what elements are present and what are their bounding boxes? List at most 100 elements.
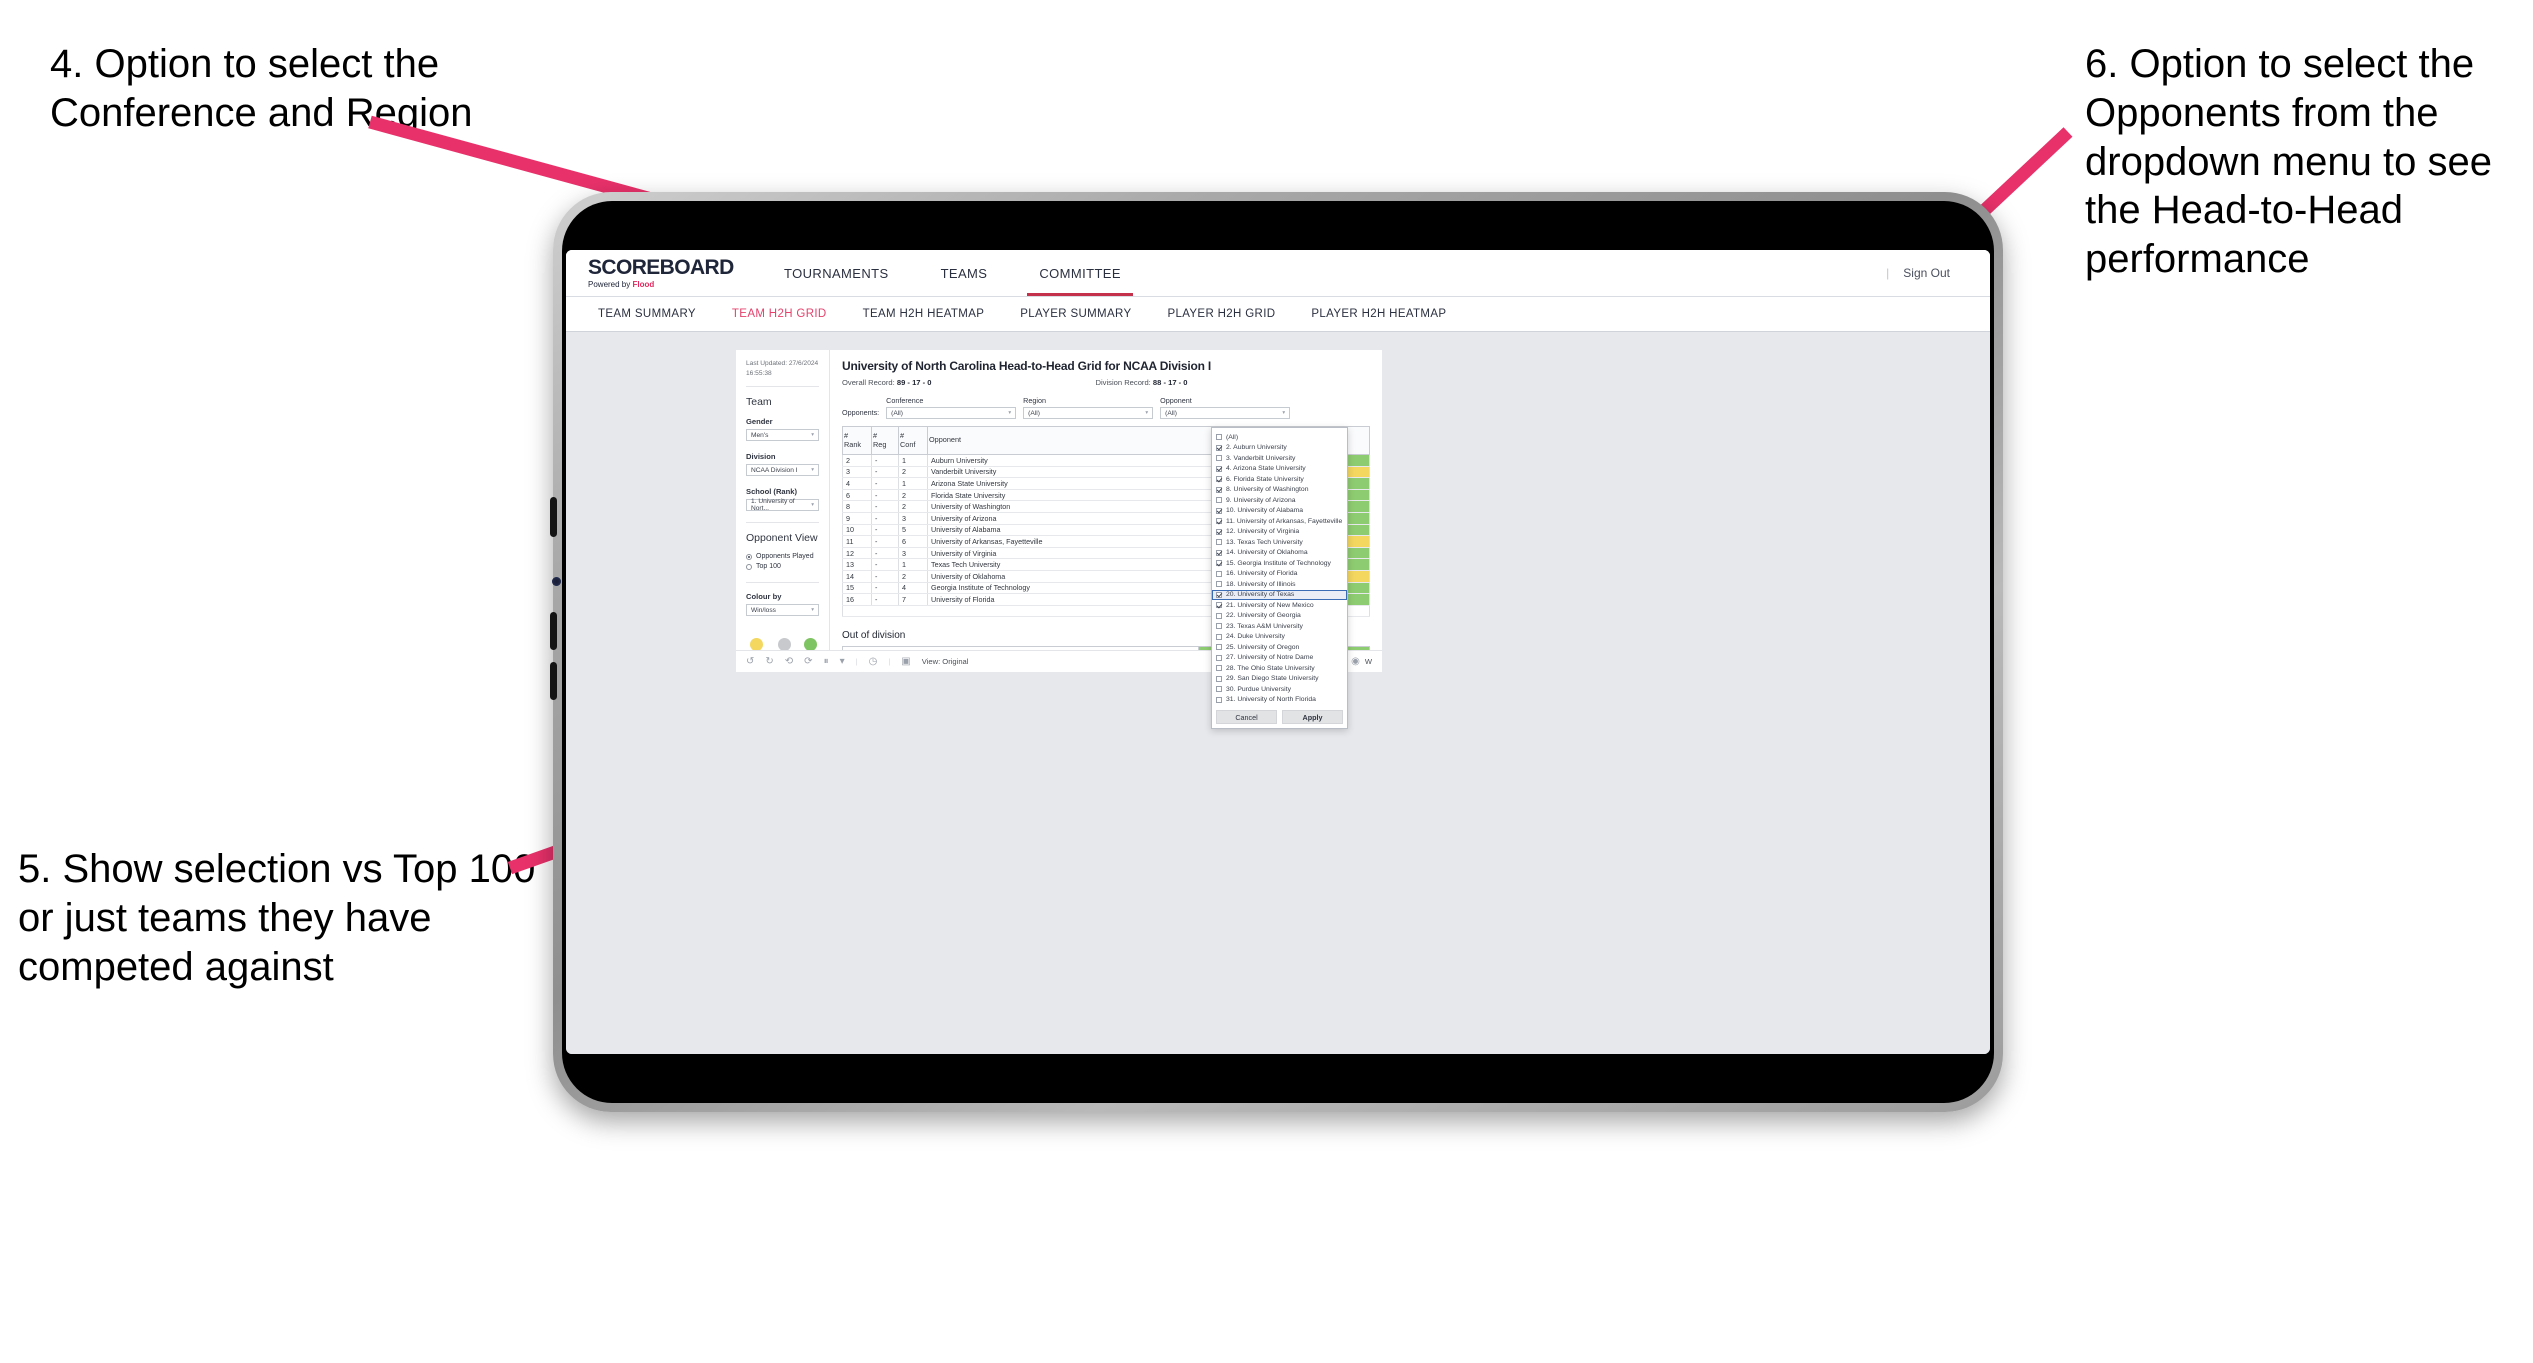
nav-teams[interactable]: TEAMS [915,250,1014,296]
cell-reg: - [871,593,899,606]
checkbox-icon[interactable] [1216,686,1222,693]
gender-field: Gender Men's ▾ [746,417,819,442]
checkbox-icon[interactable] [1216,623,1222,630]
opponent-dropdown-item[interactable]: 12. University of Virginia [1212,527,1347,538]
overall-record-value: 89 - 17 - 0 [896,378,932,387]
opponent-dropdown-item[interactable]: 13. Texas Tech University [1212,537,1347,548]
record-row: Overall Record: 89 - 17 - 0 Division Rec… [842,378,1370,387]
checkbox-icon[interactable] [1216,675,1222,682]
opponent-dropdown-item[interactable]: 25. University of Oregon [1212,642,1347,653]
tab-team-h2h-grid[interactable]: TEAM H2H GRID [714,308,845,320]
opponent-dropdown-item[interactable]: 11. University of Arkansas, Fayetteville [1212,516,1347,527]
opponent-dropdown-item-label: 12. University of Virginia [1226,528,1300,536]
tab-player-h2h-heatmap[interactable]: PLAYER H2H HEATMAP [1293,308,1464,320]
gender-select[interactable]: Men's ▾ [746,429,819,442]
opponent-select[interactable]: (All) ▾ [1160,407,1291,419]
opponent-dropdown-item[interactable]: 20. University of Texas [1212,589,1347,600]
tab-player-h2h-grid[interactable]: PLAYER H2H GRID [1149,308,1293,320]
checkbox-icon[interactable] [1216,591,1222,598]
opponent-dropdown-item[interactable]: 24. Duke University [1212,632,1347,643]
checkbox-icon[interactable] [1216,486,1222,493]
checkbox-icon[interactable] [1216,581,1222,588]
region-select[interactable]: (All) ▾ [1023,407,1154,419]
opponent-dropdown-item[interactable]: 2. Auburn University [1212,443,1347,454]
nav-committee[interactable]: COMMITTEE [1013,250,1147,296]
division-select[interactable]: NCAA Division I ▾ [746,464,819,477]
chevron-down-icon[interactable]: ▾ [840,656,845,667]
history-icon[interactable]: ◷ [869,656,878,667]
checkbox-icon[interactable] [1216,570,1222,577]
opponent-dropdown-item[interactable]: 3. Vanderbilt University [1212,453,1347,464]
opponent-dropdown-item[interactable]: 31. University of North Florida [1212,695,1347,706]
app-logo[interactable]: SCOREBOARD Powered by Flood [588,257,734,289]
logo-tagline: Powered by Flood [588,280,655,289]
cell-reg: - [871,454,899,467]
checkbox-icon[interactable] [1216,528,1222,535]
opponent-dropdown-list: (All) 2. Auburn University 3. Vanderbilt U… [1212,428,1347,707]
checkbox-icon[interactable] [1216,434,1222,441]
tab-team-h2h-heatmap[interactable]: TEAM H2H HEATMAP [845,308,1003,320]
checkbox-icon[interactable] [1216,612,1222,619]
checkbox-icon[interactable] [1216,465,1222,472]
opponent-dropdown-item[interactable]: 8. University of Washington [1212,485,1347,496]
checkbox-icon[interactable] [1216,497,1222,504]
chevron-down-icon: ▾ [1282,410,1286,416]
opponent-dropdown-item[interactable]: 30. Purdue University [1212,684,1347,695]
checkbox-icon[interactable] [1216,644,1222,651]
checkbox-icon[interactable] [1216,549,1222,556]
checkbox-icon[interactable] [1216,476,1222,483]
checkbox-icon[interactable] [1216,560,1222,567]
nav-tournaments[interactable]: TOURNAMENTS [758,250,915,296]
checkbox-icon[interactable] [1216,665,1222,672]
refresh-icon[interactable]: ⟳ [804,656,812,667]
view-label[interactable]: View: Original [922,657,969,666]
opponent-dropdown-item[interactable]: (All) [1212,432,1347,443]
redo-icon[interactable]: ↻ [765,656,773,667]
opponent-dropdown-item[interactable]: 16. University of Florida [1212,569,1347,580]
pause-icon[interactable]: ⏸ [824,656,829,667]
opponent-dropdown-item[interactable]: 22. University of Georgia [1212,611,1347,622]
checkbox-icon[interactable] [1216,518,1222,525]
opponent-dropdown-item[interactable]: 18. University of Illinois [1212,579,1347,590]
opponent-dropdown-item[interactable]: 15. Georgia Institute of Technology [1212,558,1347,569]
view-icon[interactable]: ▣ [901,656,910,667]
checkbox-icon[interactable] [1216,539,1222,546]
annotation-5: 5. Show selection vs Top 100 or just tea… [18,847,536,989]
checkbox-icon[interactable] [1216,455,1222,462]
toolbar-separator: | [888,657,891,666]
conference-select[interactable]: (All) ▾ [886,407,1017,419]
tab-team-summary[interactable]: TEAM SUMMARY [580,308,714,320]
checkbox-icon[interactable] [1216,696,1222,703]
revert-icon[interactable]: ⟲ [785,656,793,667]
opponent-dropdown-item[interactable]: 4. Arizona State University [1212,464,1347,475]
opponent-dropdown-item[interactable]: 21. University of New Mexico [1212,600,1347,611]
checkbox-icon[interactable] [1216,602,1222,609]
cell-opponent: Auburn University [927,454,1217,467]
checkbox-icon[interactable] [1216,507,1222,514]
opponent-dropdown-item[interactable]: 9. University of Arizona [1212,495,1347,506]
apply-button[interactable]: Apply [1282,710,1343,724]
radio-opponents-played[interactable]: Opponents Played [746,553,819,560]
checkbox-icon[interactable] [1216,633,1222,640]
undo-icon[interactable]: ↺ [746,656,754,667]
sign-out-link[interactable]: Sign Out [1903,266,1950,280]
opponent-dropdown-item[interactable]: 6. Florida State University [1212,474,1347,485]
opponent-dropdown-item[interactable]: 23. Texas A&M University [1212,621,1347,632]
tab-player-summary[interactable]: PLAYER SUMMARY [1002,308,1149,320]
opponent-dropdown-panel[interactable]: (All) 2. Auburn University 3. Vanderbilt U… [1211,427,1348,729]
checkbox-icon[interactable] [1216,654,1222,661]
cancel-button[interactable]: Cancel [1216,710,1277,724]
opponent-dropdown-item[interactable]: 29. San Diego State University [1212,674,1347,685]
cell-opponent: University of Washington [927,500,1217,513]
colour-by-select[interactable]: Win/loss ▾ [746,604,819,617]
watch-icon[interactable]: ◉ [1351,656,1360,667]
cell-conf: 1 [898,477,928,490]
radio-top-100[interactable]: Top 100 [746,563,819,570]
opponent-dropdown-item[interactable]: 14. University of Oklahoma [1212,548,1347,559]
watch-label[interactable]: W [1365,657,1372,666]
school-select[interactable]: 1. University of Nort... ▾ [746,498,819,512]
opponent-dropdown-item[interactable]: 10. University of Alabama [1212,506,1347,517]
opponent-dropdown-item[interactable]: 27. University of Notre Dame [1212,653,1347,664]
opponent-dropdown-item[interactable]: 28. The Ohio State University [1212,663,1347,674]
checkbox-icon[interactable] [1216,444,1222,451]
